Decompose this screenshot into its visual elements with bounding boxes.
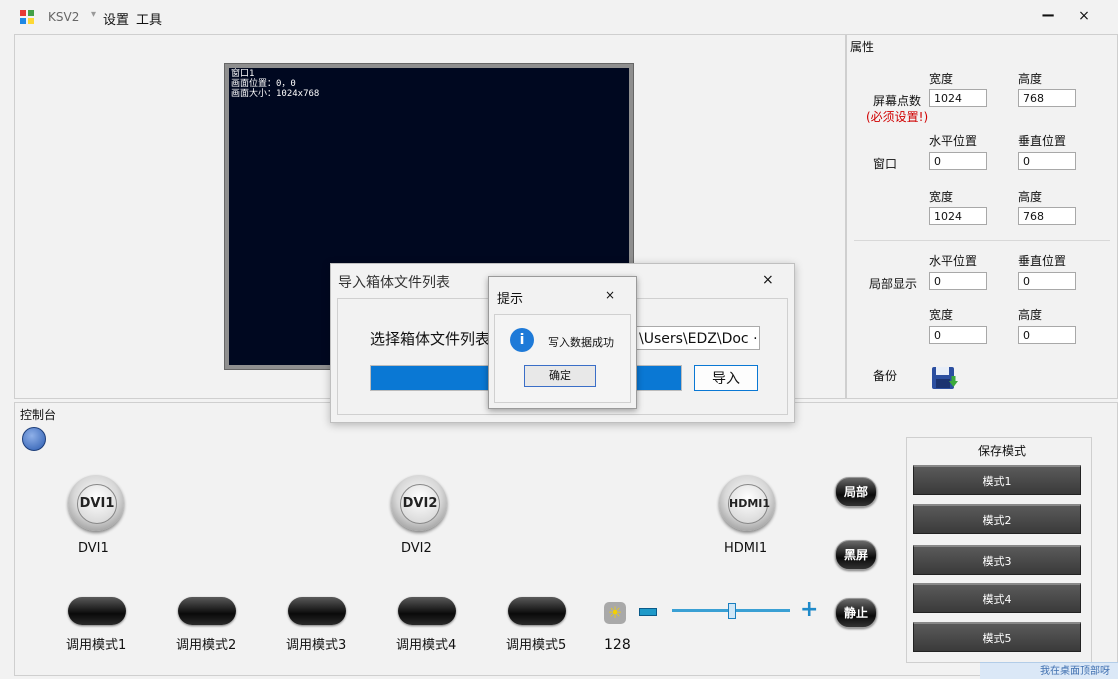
save-mode-title: 保存模式 (978, 444, 1027, 458)
properties-separator (854, 240, 1110, 241)
info-icon: i (510, 328, 534, 352)
brightness-plus-icon[interactable]: + (800, 599, 818, 621)
title-bar (0, 0, 1118, 34)
source-button-dvi2[interactable]: DVI2 (391, 475, 447, 531)
app-dropdown-icon[interactable]: ▾ (91, 9, 96, 20)
source-label-dvi1: DVI1 (78, 541, 109, 556)
message-text: 写入数据成功 (548, 336, 614, 349)
import-dialog-close-button[interactable]: × (762, 272, 774, 288)
console-title: 控制台 (20, 408, 57, 422)
tray-notification[interactable]: 我在桌面顶部呀 (980, 662, 1118, 679)
brightness-value: 128 (604, 637, 631, 653)
call-mode-4-button[interactable] (398, 597, 456, 625)
call-mode-3-label: 调用模式3 (286, 638, 347, 653)
properties-title: 属性 (850, 40, 875, 54)
screen-width-input[interactable]: 1024 (929, 89, 987, 107)
usb-connection-icon[interactable] (22, 427, 46, 451)
preview-window-name: 窗口1 (231, 69, 255, 79)
file-path-field[interactable]: \Users\EDZ\Doc ··· (636, 326, 760, 350)
call-mode-4-label: 调用模式4 (396, 638, 457, 653)
call-mode-2-button[interactable] (178, 597, 236, 625)
logo-square-green (28, 10, 34, 16)
menu-settings[interactable]: 设置 (103, 9, 129, 28)
logo-square-red (20, 10, 26, 16)
screen-points-label: 屏幕点数 (873, 94, 922, 108)
backup-label: 备份 (873, 369, 898, 383)
local-display-label: 局部显示 (869, 277, 918, 291)
call-mode-5-button[interactable] (508, 597, 566, 625)
window-v-input[interactable]: 0 (1018, 152, 1076, 170)
required-note: (必须设置!) (866, 110, 929, 124)
local-width-label: 宽度 (929, 308, 954, 322)
call-mode-1-label: 调用模式1 (66, 638, 127, 653)
window-height-label: 高度 (1018, 190, 1043, 204)
local-button[interactable]: 局部 (835, 477, 877, 507)
hdmi1-icon: HDMI1 (728, 484, 770, 524)
brightness-icon: ☀ (604, 602, 626, 624)
close-button[interactable]: × (1072, 4, 1096, 28)
message-box-close-button[interactable]: × (605, 288, 615, 302)
save-mode-1-button[interactable]: 模式1 (913, 465, 1081, 495)
logo-square-blue (20, 18, 26, 24)
window-v-label: 垂直位置 (1018, 134, 1067, 148)
message-box-title: 提示 (497, 292, 524, 307)
brightness-minus-icon[interactable] (639, 608, 657, 616)
screen-height-input[interactable]: 768 (1018, 89, 1076, 107)
menu-tools[interactable]: 工具 (136, 9, 162, 28)
preview-position: 画面位置：0，0 (231, 79, 296, 89)
blackout-button[interactable]: 黑屏 (835, 540, 877, 570)
import-button[interactable]: 导入 (694, 365, 758, 391)
window-width-input[interactable]: 1024 (929, 207, 987, 225)
local-v-label: 垂直位置 (1018, 254, 1067, 268)
save-mode-4-button[interactable]: 模式4 (913, 583, 1081, 613)
window-label: 窗口 (873, 157, 898, 171)
logo-square-yellow (28, 18, 34, 24)
call-mode-2-label: 调用模式2 (176, 638, 237, 653)
message-box-body (494, 314, 631, 403)
screen-width-label: 宽度 (929, 72, 954, 86)
window-h-input[interactable]: 0 (929, 152, 987, 170)
call-mode-3-button[interactable] (288, 597, 346, 625)
save-mode-5-button[interactable]: 模式5 (913, 622, 1081, 652)
save-disk-icon[interactable] (931, 366, 959, 392)
local-height-label: 高度 (1018, 308, 1043, 322)
freeze-button[interactable]: 静止 (835, 598, 877, 628)
source-label-dvi2: DVI2 (401, 541, 432, 556)
app-name[interactable]: KSV2 (48, 10, 79, 24)
ok-button[interactable]: 确定 (524, 365, 596, 387)
dvi2-icon: DVI2 (400, 484, 440, 524)
local-height-input[interactable]: 0 (1018, 326, 1076, 344)
call-mode-1-button[interactable] (68, 597, 126, 625)
brightness-slider-thumb[interactable] (728, 603, 736, 619)
local-h-label: 水平位置 (929, 254, 978, 268)
local-width-input[interactable]: 0 (929, 326, 987, 344)
window-width-label: 宽度 (929, 190, 954, 204)
preview-size: 画面大小：1024x768 (231, 89, 320, 99)
source-button-hdmi1[interactable]: HDMI1 (719, 475, 775, 531)
source-button-dvi1[interactable]: DVI1 (68, 475, 124, 531)
save-mode-3-button[interactable]: 模式3 (913, 545, 1081, 575)
screen-height-label: 高度 (1018, 72, 1043, 86)
call-mode-5-label: 调用模式5 (506, 638, 567, 653)
local-v-input[interactable]: 0 (1018, 272, 1076, 290)
local-h-input[interactable]: 0 (929, 272, 987, 290)
file-list-label: 选择箱体文件列表 (370, 330, 491, 348)
source-label-hdmi1: HDMI1 (724, 541, 768, 556)
window-height-input[interactable]: 768 (1018, 207, 1076, 225)
window-h-label: 水平位置 (929, 134, 978, 148)
minimize-button[interactable]: − (1036, 4, 1060, 28)
dvi1-icon: DVI1 (77, 484, 117, 524)
app-logo-icon (20, 10, 34, 24)
save-mode-2-button[interactable]: 模式2 (913, 504, 1081, 534)
import-dialog-title: 导入箱体文件列表 (338, 275, 450, 291)
